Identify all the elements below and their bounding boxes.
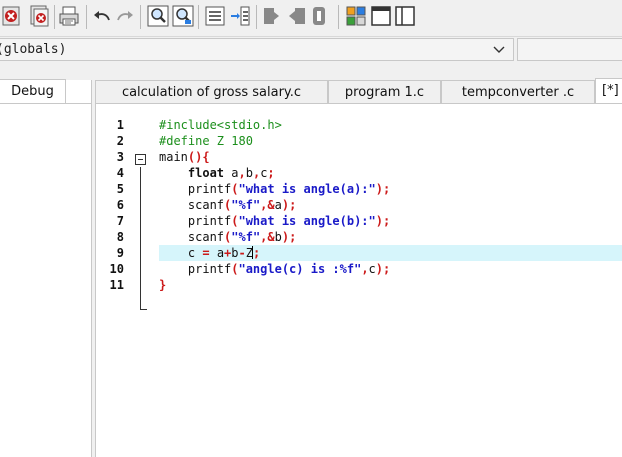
code-line[interactable]: 2 #define Z 180 <box>96 133 622 149</box>
code-text: printf("what is angle(b):"); <box>159 213 622 229</box>
window-icon[interactable] <box>369 4 393 28</box>
code-line[interactable]: 5 printf("what is angle(a):"); <box>96 181 622 197</box>
code-text: float a,b,c; <box>159 165 622 181</box>
line-number: 4 <box>116 166 124 180</box>
code-text: printf("what is angle(a):"); <box>159 181 622 197</box>
scope-value: (globals) <box>0 42 67 57</box>
code-token: c <box>368 262 376 276</box>
code-line[interactable]: 4 float a,b,c; <box>96 165 622 181</box>
code-token: ; <box>252 246 261 260</box>
toolbar <box>0 0 622 37</box>
tab-tempconverter[interactable]: tempconverter .c <box>441 80 595 104</box>
code-token: = <box>202 246 210 260</box>
redo-icon[interactable] <box>113 4 137 28</box>
code-text: c = a+b-Z; <box>159 245 622 261</box>
indent-icon[interactable] <box>203 4 227 28</box>
code-text: #define Z 180 <box>159 133 622 149</box>
tab-untitled[interactable]: [*] <box>595 78 622 104</box>
code-text: main(){ <box>159 149 622 165</box>
line-number: 6 <box>116 198 124 212</box>
code-token: ); <box>375 262 391 276</box>
line-number: 8 <box>116 230 124 244</box>
line-number: 10 <box>109 262 124 276</box>
tab-calculation-of-gross-salary[interactable]: calculation of gross salary.c <box>95 80 328 104</box>
code-token: main <box>159 150 188 164</box>
code-text: #include<stdio.h> <box>159 117 622 133</box>
code-token: "what is angle(b):" <box>238 214 376 228</box>
chevron-down-icon <box>493 40 505 61</box>
replace-icon[interactable] <box>171 4 195 28</box>
code-token: c <box>159 246 203 260</box>
code-token: b <box>245 166 253 180</box>
code-token: ,& <box>260 198 275 212</box>
bookmark-next-icon[interactable] <box>307 4 331 28</box>
code-token: "what is angle(a):" <box>238 182 376 196</box>
line-number: 1 <box>116 118 124 132</box>
close-file-icon[interactable] <box>0 4 24 28</box>
line-number: 9 <box>116 246 124 260</box>
code-token: #define Z 180 <box>159 134 253 148</box>
code-token: ); <box>281 198 297 212</box>
undo-icon[interactable] <box>90 4 114 28</box>
code-line[interactable]: 1 #include<stdio.h> <box>96 117 622 133</box>
tab-debug[interactable]: Debug <box>0 79 66 104</box>
code-editor[interactable]: 1 #include<stdio.h> 2 #define Z 180 3 main(){… <box>95 104 622 457</box>
code-line[interactable]: 3 main(){ <box>96 149 622 165</box>
left-panel <box>0 80 92 457</box>
layout-icon[interactable] <box>344 4 368 28</box>
line-number: 3 <box>116 150 124 164</box>
tab-program-1[interactable]: program 1.c <box>328 80 441 104</box>
code-token: "%f" <box>231 198 261 212</box>
code-token: scanf <box>159 230 225 244</box>
line-number: 5 <box>116 182 124 196</box>
find-icon[interactable] <box>146 4 170 28</box>
code-token: b <box>231 246 239 260</box>
code-token: "angle(c) is :%f" <box>238 262 362 276</box>
line-number: 7 <box>116 214 124 228</box>
code-token: - <box>238 246 246 260</box>
code-token: b <box>274 230 282 244</box>
code-text: scanf("%f",&b); <box>159 229 622 245</box>
code-token: printf <box>159 182 232 196</box>
bookmark-icon[interactable] <box>261 4 285 28</box>
print-icon[interactable] <box>57 4 81 28</box>
code-token: "%f" <box>231 230 261 244</box>
code-token: ); <box>375 182 391 196</box>
code-token: ); <box>375 214 391 228</box>
code-line[interactable]: 8 scanf("%f",&b); <box>96 229 622 245</box>
code-line[interactable]: 6 scanf("%f",&a); <box>96 197 622 213</box>
code-text: printf("angle(c) is :%f",c); <box>159 261 622 277</box>
code-token: a <box>224 166 239 180</box>
code-token: ); <box>281 230 297 244</box>
bookmark-prev-icon[interactable] <box>285 4 309 28</box>
code-token: printf <box>159 262 232 276</box>
code-token: ,& <box>260 230 275 244</box>
code-text: scanf("%f",&a); <box>159 197 622 213</box>
code-token: , <box>238 166 246 180</box>
member-dropdown[interactable] <box>517 38 622 61</box>
code-token: printf <box>159 214 232 228</box>
unindent-icon[interactable] <box>228 4 252 28</box>
code-line[interactable]: 10 printf("angle(c) is :%f",c); <box>96 261 622 277</box>
window-split-icon[interactable] <box>393 4 417 28</box>
code-token: } <box>159 278 167 292</box>
line-number: 11 <box>109 278 124 292</box>
code-text: } <box>159 277 622 293</box>
code-token: a <box>209 246 225 260</box>
line-number: 2 <box>116 134 124 148</box>
close-all-icon[interactable] <box>27 4 51 28</box>
code-line[interactable]: 11} <box>96 277 622 293</box>
code-token: scanf <box>159 198 225 212</box>
code-line[interactable]: 7 printf("what is angle(b):"); <box>96 213 622 229</box>
code-token: , <box>361 262 369 276</box>
code-token: float <box>187 166 225 180</box>
scope-dropdown[interactable]: (globals) <box>0 38 514 61</box>
code-token: ; <box>267 166 275 180</box>
code-token: (){ <box>187 150 210 164</box>
code-token: a <box>274 198 282 212</box>
scope-bar: (globals) <box>0 37 622 64</box>
code-token: #include<stdio.h> <box>159 118 282 132</box>
code-line[interactable]: 9 c = a+b-Z; <box>96 245 622 261</box>
